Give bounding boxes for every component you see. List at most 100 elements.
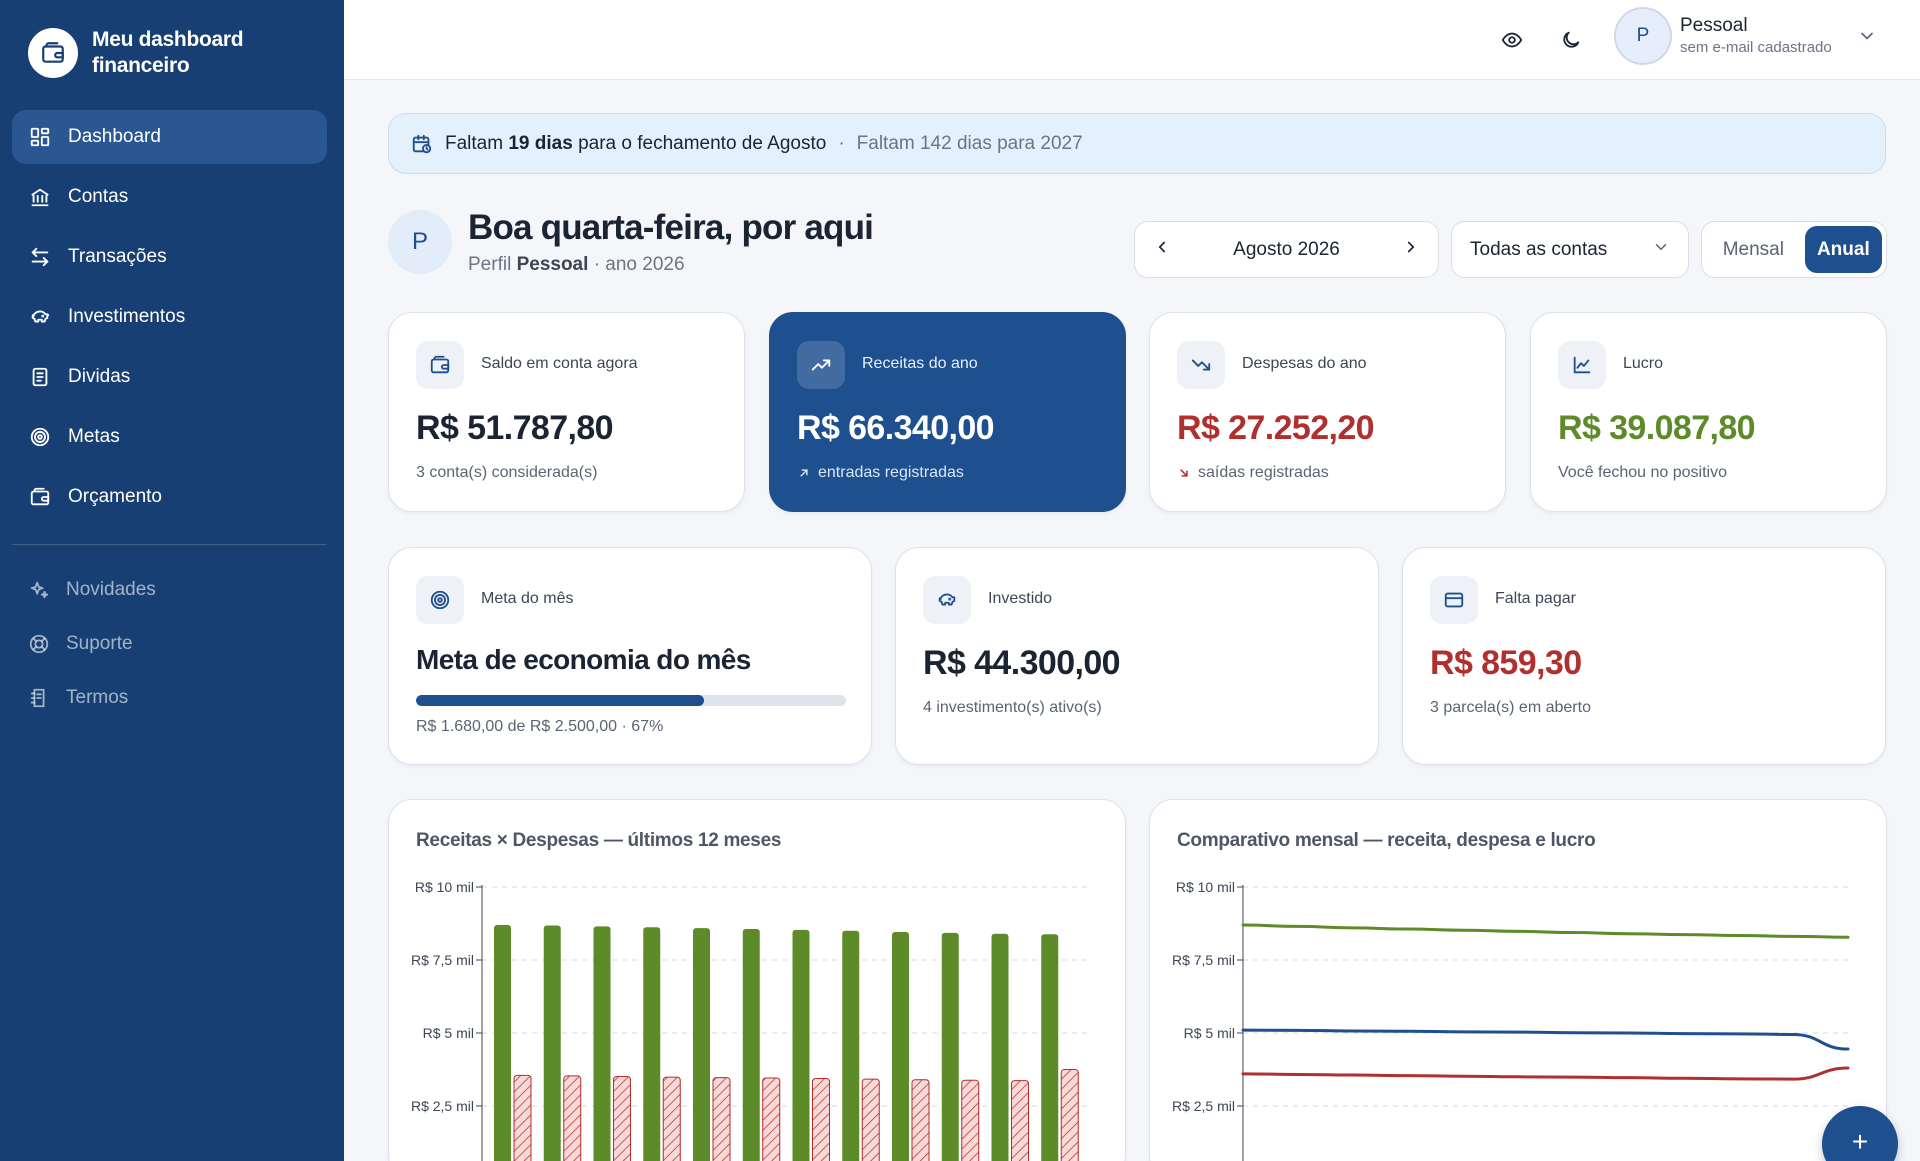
card-label: Meta do mês bbox=[481, 590, 574, 607]
credit-card-icon bbox=[1430, 576, 1478, 624]
chevron-left-icon[interactable] bbox=[1153, 238, 1171, 262]
sidebar-item-dashboard[interactable]: Dashboard bbox=[12, 110, 327, 164]
card-value: R$ 44.300,00 bbox=[923, 644, 1121, 682]
piggy-bank-icon bbox=[31, 310, 50, 323]
card-value: R$ 859,30 bbox=[1430, 644, 1582, 682]
sidebar-item-label: Orçamento bbox=[68, 486, 162, 507]
calendar-clock-icon bbox=[412, 134, 432, 153]
chevron-down-icon[interactable] bbox=[1857, 26, 1877, 51]
brand-title: Meu dashboard financeiro bbox=[92, 28, 244, 77]
sidebar-secondary-nav: Novidades Suporte Termos bbox=[12, 565, 327, 727]
sidebar-item-label: Contas bbox=[68, 186, 129, 207]
sidebar-item-label: Dashboard bbox=[68, 126, 161, 147]
avatar[interactable]: P bbox=[1614, 7, 1672, 65]
sidebar-item-metas[interactable]: Metas bbox=[12, 410, 327, 464]
period-option-anual[interactable]: Anual bbox=[1804, 226, 1882, 273]
document-icon bbox=[30, 688, 45, 708]
sidebar-item-label: Metas bbox=[68, 426, 120, 447]
bar-despesa bbox=[961, 1079, 980, 1161]
bar-chart: R$ 0R$ 2,5 milR$ 5 milR$ 7,5 milR$ 10 mi… bbox=[411, 879, 1089, 1161]
trending-up-icon bbox=[797, 341, 845, 389]
card-saldo: Saldo em conta agora R$ 51.787,80 3 cont… bbox=[388, 312, 745, 512]
banner-text: Faltam 19 dias para o fechamento de Agos… bbox=[445, 132, 827, 154]
piggy-bank-icon bbox=[923, 576, 971, 624]
bar-receita bbox=[693, 928, 710, 1161]
card-investido: Investido R$ 44.300,00 4 investimento(s)… bbox=[895, 547, 1379, 765]
eye-icon[interactable] bbox=[1496, 24, 1528, 56]
sidebar-item-novidades[interactable]: Novidades bbox=[12, 565, 327, 615]
y-tick-label: R$ 5 mil bbox=[423, 1025, 474, 1041]
chart-card-comparativo: Comparativo mensal — receita, despesa e … bbox=[1149, 799, 1887, 1161]
card-sub-row: entradas registradas bbox=[797, 464, 964, 482]
closing-banner: Faltam 19 dias para o fechamento de Agos… bbox=[388, 113, 1886, 174]
month-selector: Agosto 2026 bbox=[1134, 221, 1439, 278]
sidebar-nav: Dashboard Contas Transações Investimento… bbox=[12, 110, 327, 530]
user-email: sem e-mail cadastrado bbox=[1680, 39, 1832, 56]
bar-despesa bbox=[613, 1076, 631, 1161]
bar-receita bbox=[593, 926, 611, 1161]
card-sub: 3 parcela(s) em aberto bbox=[1430, 699, 1591, 716]
card-sub: entradas registradas bbox=[818, 464, 964, 481]
sidebar-item-transacoes[interactable]: Transações bbox=[12, 230, 327, 284]
brand[interactable]: Meu dashboard financeiro bbox=[28, 27, 262, 79]
y-tick-label: R$ 10 mil bbox=[1176, 879, 1235, 895]
card-sub: Você fechou no positivo bbox=[1558, 464, 1728, 481]
sidebar-item-investimentos[interactable]: Investimentos bbox=[12, 290, 327, 344]
user-name[interactable]: Pessoal bbox=[1680, 15, 1748, 37]
goal-title: Meta de economia do mês bbox=[416, 644, 751, 675]
wallet-icon bbox=[416, 341, 464, 389]
y-tick-label: R$ 5 mil bbox=[1184, 1025, 1235, 1041]
card-meta: Meta do mês Meta de economia do mês R$ 1… bbox=[388, 547, 872, 765]
moon-icon[interactable] bbox=[1555, 24, 1587, 56]
sidebar-item-termos[interactable]: Termos bbox=[12, 673, 327, 723]
chart-title: Comparativo mensal — receita, despesa e … bbox=[1177, 830, 1596, 851]
bar-receita bbox=[494, 924, 511, 1161]
banner-year-info: Faltam 142 dias para 2027 bbox=[856, 132, 1083, 154]
chevron-down-icon bbox=[1652, 238, 1670, 262]
sidebar-item-contas[interactable]: Contas bbox=[12, 170, 327, 224]
bar-receita bbox=[643, 927, 661, 1161]
line-chart: R$ 0R$ 2,5 milR$ 5 milR$ 7,5 milR$ 10 mi… bbox=[1172, 879, 1850, 1161]
bar-receita bbox=[1041, 934, 1059, 1161]
bar-despesa bbox=[762, 1077, 781, 1161]
card-label: Receitas do ano bbox=[862, 355, 978, 372]
period-option-mensal[interactable]: Mensal bbox=[1706, 226, 1801, 273]
card-value: R$ 39.087,80 bbox=[1558, 409, 1756, 447]
topbar: P Pessoal sem e-mail cadastrado bbox=[344, 0, 1920, 80]
chevron-right-icon[interactable] bbox=[1402, 238, 1420, 262]
card-sub: 4 investimento(s) ativo(s) bbox=[923, 699, 1102, 716]
sidebar-item-label: Dividas bbox=[68, 366, 131, 387]
wallet-icon bbox=[30, 487, 50, 506]
bar-despesa bbox=[911, 1079, 930, 1161]
trending-down-icon bbox=[1177, 341, 1225, 389]
sidebar-item-suporte[interactable]: Suporte bbox=[12, 619, 327, 669]
receipt-icon bbox=[32, 367, 48, 387]
current-month: Agosto 2026 bbox=[1233, 238, 1340, 260]
bar-receita bbox=[991, 933, 1009, 1161]
card-label: Investido bbox=[988, 590, 1053, 607]
bar-despesa bbox=[812, 1078, 830, 1161]
banner-separator: · bbox=[838, 132, 845, 154]
sidebar-item-label: Novidades bbox=[66, 579, 156, 600]
arrow-up-right-icon bbox=[800, 469, 808, 477]
card-value: R$ 66.340,00 bbox=[797, 409, 995, 447]
bar-receita bbox=[941, 932, 959, 1161]
card-label: Falta pagar bbox=[1495, 590, 1576, 607]
accounts-select[interactable]: Todas as contas bbox=[1451, 221, 1689, 278]
sidebar: Meu dashboard financeiro Dashboard Conta… bbox=[0, 0, 344, 1161]
bar-despesa bbox=[513, 1074, 532, 1161]
sidebar-item-dividas[interactable]: Dividas bbox=[12, 350, 327, 404]
y-tick-label: R$ 2,5 mil bbox=[411, 1098, 474, 1114]
chart-card-receitas-despesas: Receitas × Despesas — últimos 12 meses R… bbox=[388, 799, 1126, 1161]
line-chart-icon bbox=[1558, 341, 1606, 389]
card-lucro: Lucro R$ 39.087,80 Você fechou no positi… bbox=[1530, 312, 1887, 512]
bar-despesa bbox=[563, 1075, 582, 1161]
card-sub: saídas registradas bbox=[1198, 464, 1329, 481]
arrow-down-right-icon bbox=[1180, 469, 1188, 477]
period-toggle: Mensal Anual bbox=[1701, 221, 1887, 278]
bar-despesa bbox=[861, 1078, 880, 1161]
sidebar-item-orcamento[interactable]: Orçamento bbox=[12, 470, 327, 524]
profile-avatar: P bbox=[388, 210, 452, 274]
bar-despesa bbox=[1060, 1069, 1079, 1161]
goal-progress-bar bbox=[416, 695, 846, 706]
